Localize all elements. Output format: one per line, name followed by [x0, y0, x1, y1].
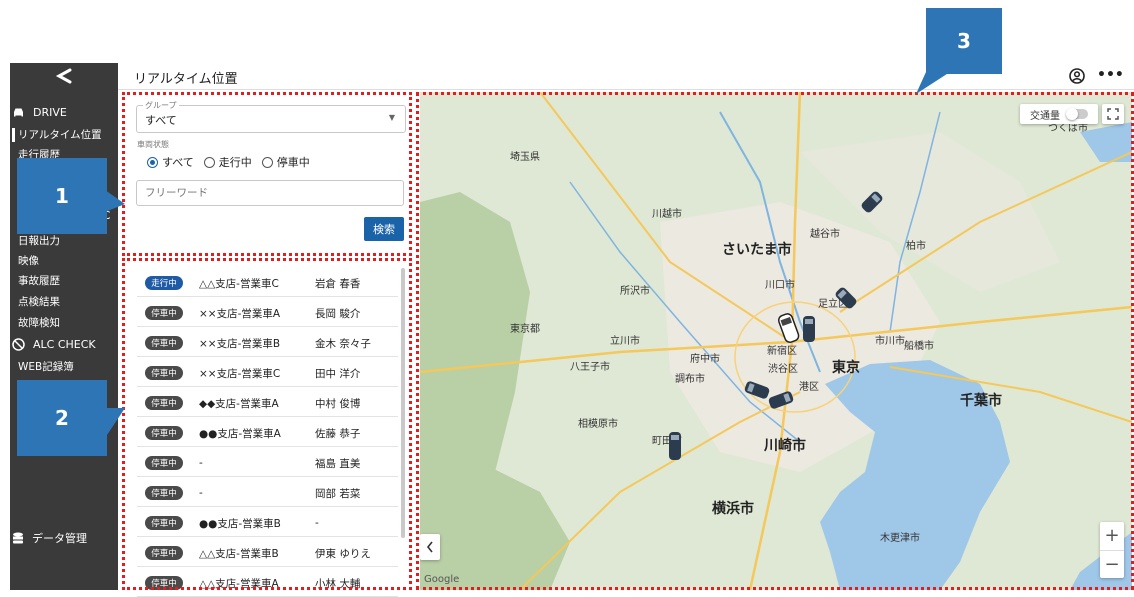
sidebar-section-data[interactable]: データ管理: [12, 530, 87, 546]
sidebar-section-label: ALC CHECK: [33, 338, 96, 351]
page-title: リアルタイム位置: [134, 72, 238, 87]
sidebar-section-drive[interactable]: DRIVE: [12, 106, 67, 119]
sidebar-item-fault[interactable]: 故障検知: [18, 315, 60, 330]
no-alcohol-icon: [12, 338, 25, 351]
more-horizontal-icon[interactable]: •••: [1097, 67, 1124, 83]
highlight-list: [122, 258, 412, 590]
callout-2: 2: [17, 380, 107, 456]
highlight-map: [416, 92, 1134, 590]
highlight-filter: [122, 92, 412, 256]
sidebar-section-alc[interactable]: ALC CHECK: [12, 338, 96, 351]
sidebar-item-inspection[interactable]: 点検結果: [18, 294, 60, 309]
sidebar-item-accident[interactable]: 事故履歴: [18, 273, 60, 288]
callout-3: 3: [926, 8, 1002, 74]
account-circle-icon[interactable]: [1069, 68, 1085, 84]
sidebar-item-web-log[interactable]: WEB記録簿: [18, 359, 74, 374]
sidebar-item-video[interactable]: 映像: [18, 253, 39, 268]
sidebar-item-realtime[interactable]: リアルタイム位置: [18, 127, 102, 142]
database-icon: [13, 532, 23, 543]
sidebar-section-label: データ管理: [32, 532, 87, 545]
chevron-left-icon: [55, 68, 72, 84]
active-indicator: [12, 128, 15, 142]
callout-1: 1: [17, 158, 107, 234]
callout-pointer: [916, 72, 950, 94]
callout-pointer: [105, 408, 125, 438]
callout-pointer: [105, 190, 125, 212]
sidebar-item-daily-report[interactable]: 日報出力: [18, 233, 60, 248]
sidebar-section-label: DRIVE: [33, 106, 67, 119]
car-icon: [14, 108, 23, 117]
sidebar-collapse-button[interactable]: [10, 63, 118, 89]
